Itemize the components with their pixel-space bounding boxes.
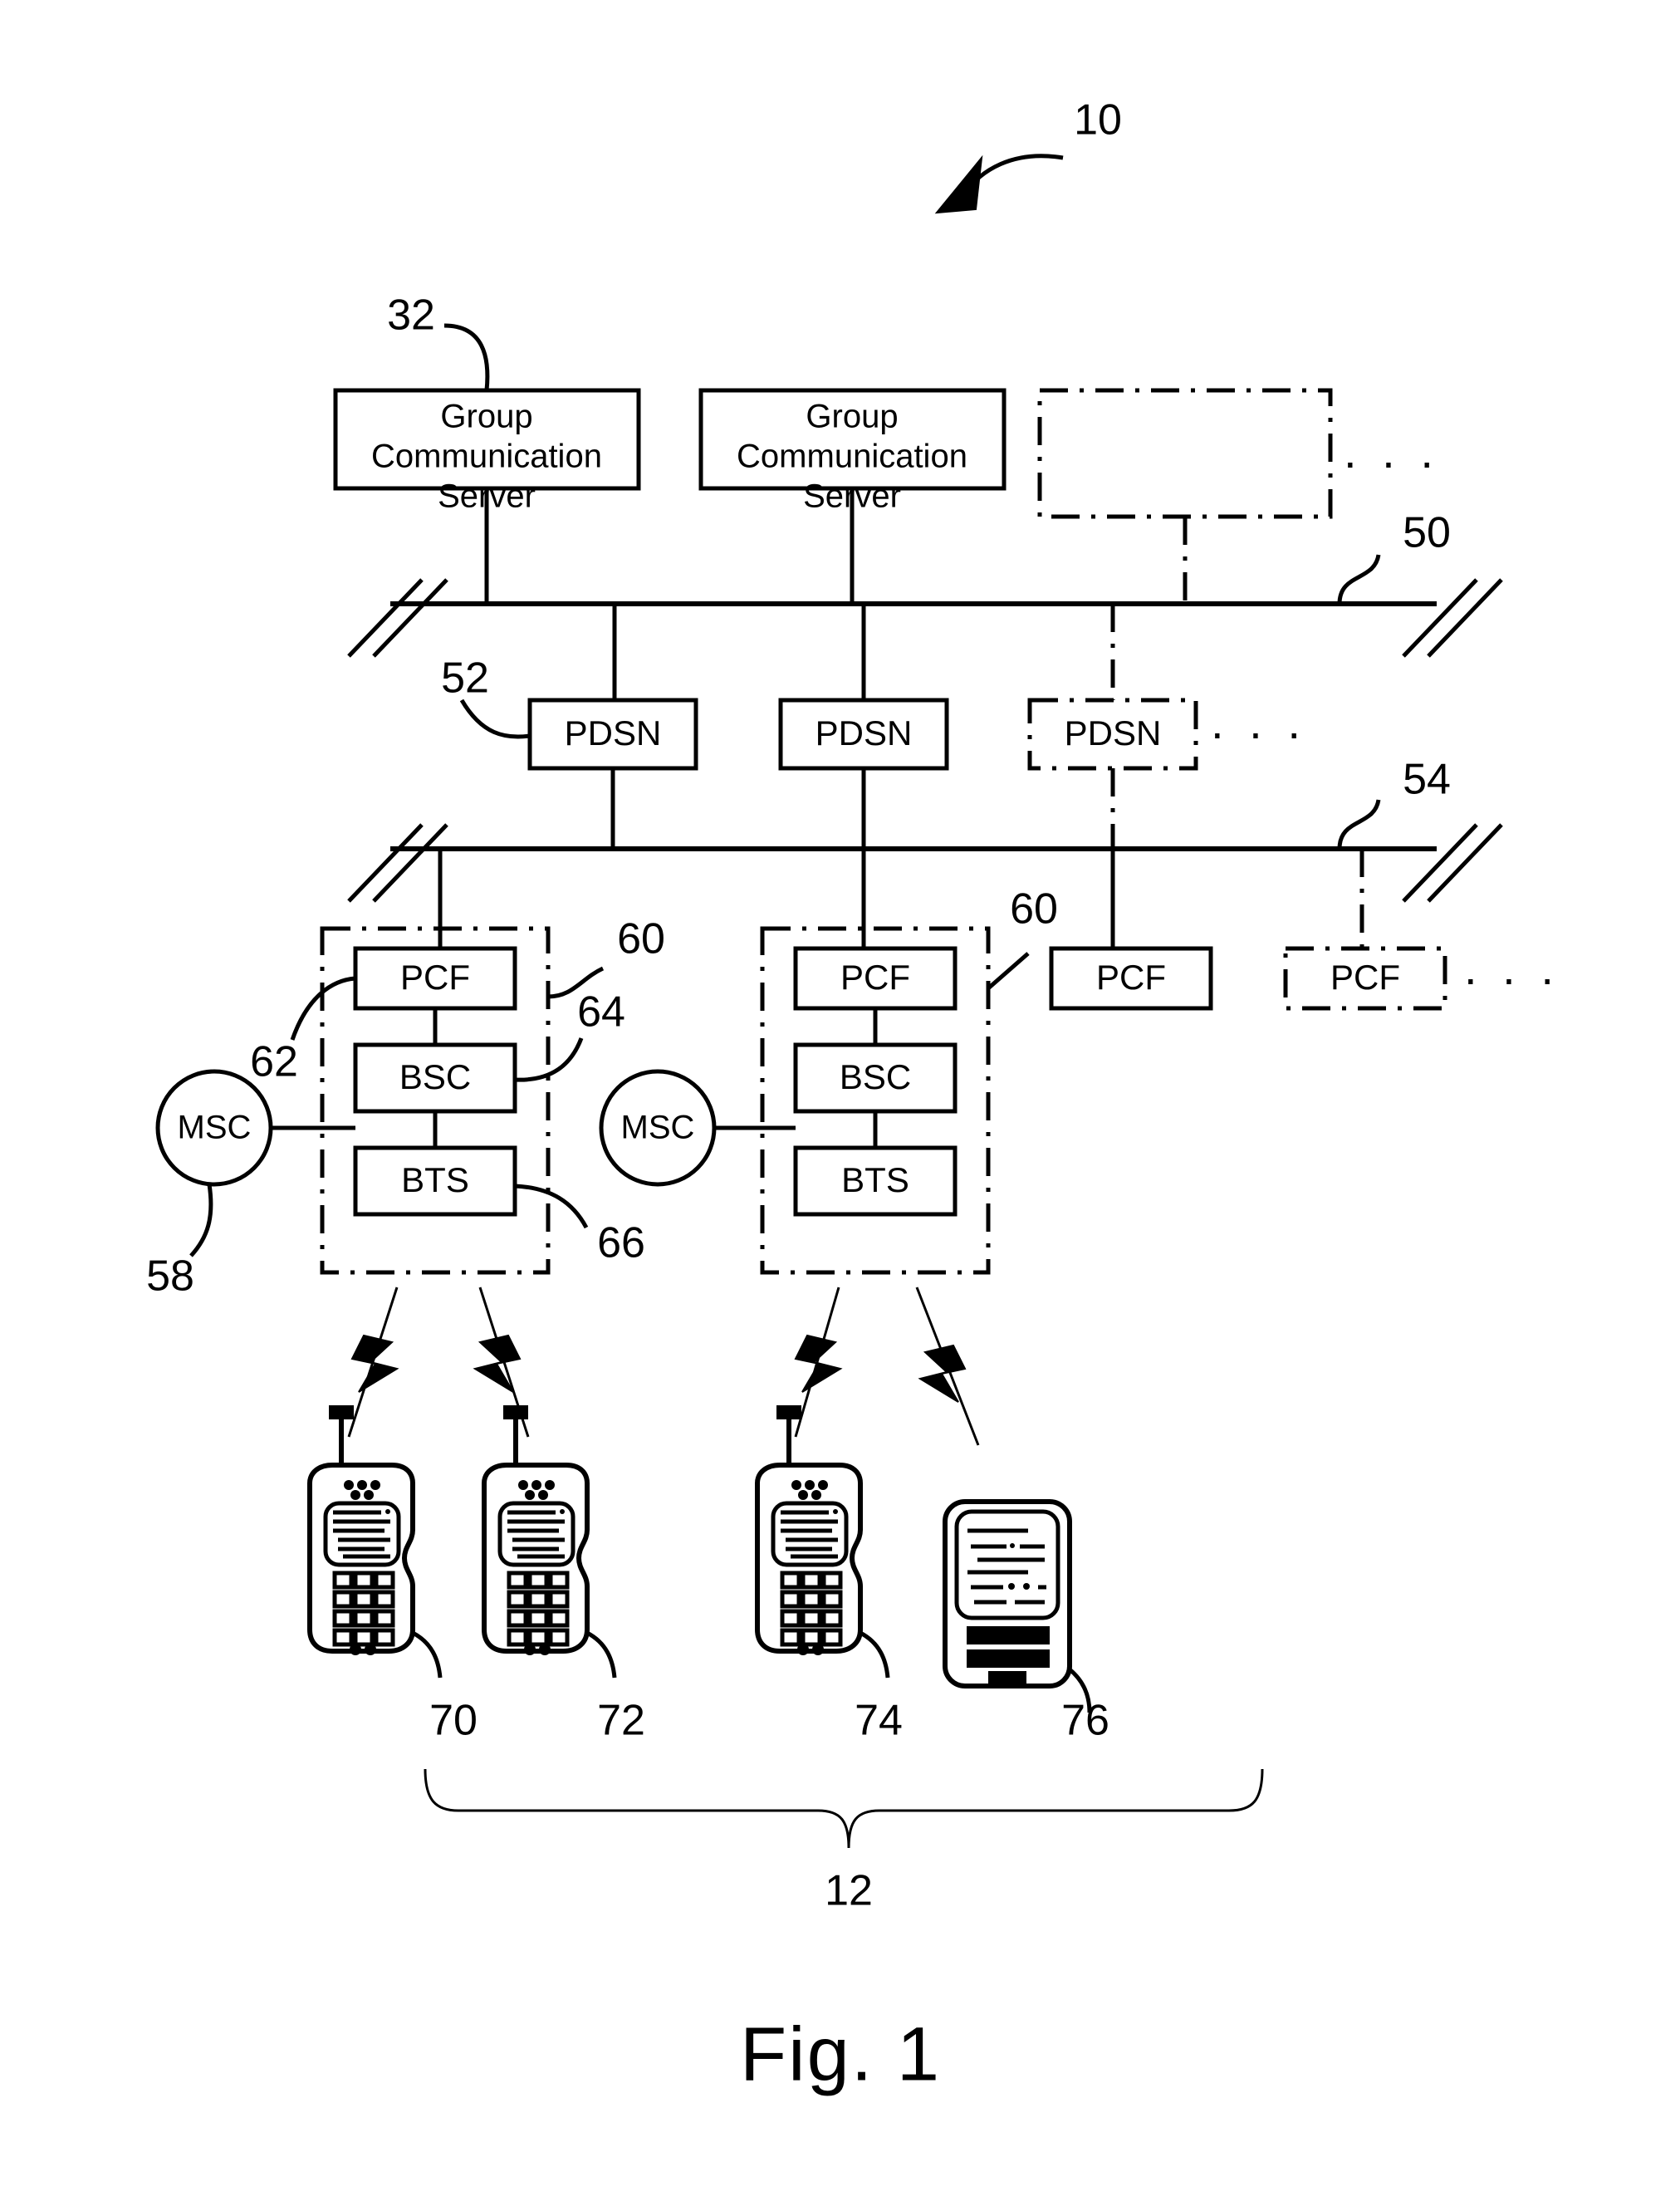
ref-12: 12 (825, 1867, 873, 1915)
access-network-cluster-1: PCF BSC BTS 60 62 64 66 (250, 915, 665, 1275)
bsc-2-label: BSC (840, 1057, 911, 1096)
pdsn-1[interactable]: PDSN (527, 698, 698, 771)
msc-1-label: MSC (178, 1110, 252, 1146)
group-communication-server-3-placeholder (1037, 388, 1333, 519)
ref-72: 72 (597, 1697, 645, 1745)
ref-52: 52 (441, 654, 489, 703)
device-70-leader (411, 1630, 443, 1679)
ref-60-b: 60 (1010, 885, 1058, 934)
cluster-2-bsc[interactable]: BSC (793, 1042, 958, 1114)
patent-figure-1: 10 Group Communication Server Group Comm… (0, 0, 1680, 2186)
bus54-to-pcf-drops (438, 849, 1364, 948)
rf-link-to-device-70 (347, 1287, 399, 1438)
ref-60-b-leader (987, 952, 1030, 990)
gcs-1-line2: Communication (371, 439, 602, 475)
rf-link-to-device-74 (794, 1287, 843, 1438)
gcs-3-box (1037, 388, 1333, 519)
device-70-mobile-phone[interactable]: 70 (307, 1405, 478, 1745)
ref-54: 54 (1403, 756, 1451, 804)
ref-60-cluster-1-annotation: 60 (547, 915, 665, 999)
pcf-2-label: PCF (840, 958, 910, 997)
msc-1[interactable]: MSC (155, 1069, 355, 1187)
ref-58: 58 (146, 1252, 194, 1301)
pcf-4-label: PCF (1330, 958, 1400, 997)
pcf-4-placeholder: PCF (1283, 946, 1447, 1011)
bts-2-label: BTS (841, 1160, 909, 1199)
lower-network-bus-54: 54 (347, 756, 1503, 903)
ref-62-annotation: 62 (250, 976, 356, 1086)
ref-60-a: 60 (617, 915, 665, 963)
group-communication-servers: Group Communication Server Group Communi… (333, 292, 1439, 519)
ref-10: 10 (1074, 96, 1122, 145)
gcs-ellipsis: · · · (1342, 435, 1439, 488)
pdsn-3-placeholder: PDSN (1027, 698, 1198, 771)
ref-70: 70 (429, 1697, 478, 1745)
ref-32-annotation: 32 (387, 292, 490, 391)
bus50-to-pdsn-drops (612, 604, 1115, 700)
ref-60-cluster-2-annotation: 60 (987, 885, 1058, 990)
pcf-1-label: PCF (400, 958, 470, 997)
pcf-ellipsis: · · · (1462, 952, 1560, 1004)
ref-52-annotation: 52 (441, 654, 531, 739)
cluster-1-pcf[interactable]: PCF (353, 946, 517, 1011)
pdsn-row: PDSN PDSN PDSN · · · 52 (441, 654, 1306, 771)
cluster-1-bts[interactable]: BTS (353, 1145, 517, 1217)
device-76-pda-device[interactable]: 76 (943, 1499, 1109, 1745)
msc-2[interactable]: MSC (599, 1069, 796, 1187)
device-72-antenna-tip (503, 1405, 528, 1419)
pdsn-2-label: PDSN (816, 713, 913, 752)
bsc-1-label: BSC (399, 1057, 471, 1096)
gcs-2-line1: Group (806, 399, 898, 435)
device-72-mobile-phone[interactable]: 72 (482, 1405, 645, 1745)
system-ref-10-annotation: 10 (934, 96, 1122, 214)
ref-58-annotation: 58 (146, 1184, 213, 1301)
pcf-3[interactable]: PCF (1049, 946, 1213, 1011)
cluster-2-bts[interactable]: BTS (793, 1145, 958, 1217)
gcs-1-line1: Group (440, 399, 532, 435)
access-network-cluster-2: PCF BSC BTS 60 (760, 885, 1058, 1275)
pcf-3-label: PCF (1096, 958, 1166, 997)
pdsn-to-bus54-drops (610, 768, 1115, 849)
ref-76: 76 (1061, 1697, 1109, 1745)
msc-2-label: MSC (621, 1110, 695, 1146)
figure-canvas: 10 Group Communication Server Group Comm… (146, 96, 1560, 2097)
ref-66: 66 (597, 1219, 645, 1267)
standalone-pcf-row: PCF PCF · · · (1049, 946, 1560, 1011)
pdsn-ellipsis: · · · (1209, 706, 1306, 758)
device-72-keypad[interactable] (507, 1571, 570, 1655)
cluster-1-bsc[interactable]: BSC (353, 1042, 517, 1114)
device-group-brace: 12 (424, 1768, 1264, 1915)
ref-32: 32 (387, 292, 435, 340)
ref-74: 74 (855, 1697, 903, 1745)
rf-link-to-device-76 (915, 1287, 980, 1446)
rf-air-interface-links (347, 1287, 980, 1446)
device-74-leader (859, 1630, 890, 1679)
device-70-antenna-tip (329, 1405, 354, 1419)
ref-66-annotation: 66 (514, 1184, 645, 1267)
figure-caption: Fig. 1 (740, 2012, 941, 2096)
device-74-mobile-phone[interactable]: 74 (755, 1405, 903, 1745)
device-74-antenna-tip (776, 1405, 801, 1419)
pdsn-3-label: PDSN (1065, 713, 1162, 752)
device-72-leader (585, 1630, 617, 1679)
ref-64: 64 (577, 988, 625, 1037)
pdsn-1-label: PDSN (565, 713, 662, 752)
pdsn-2[interactable]: PDSN (778, 698, 949, 771)
gcs-2-line2: Communication (737, 439, 967, 475)
brace-path (424, 1768, 1264, 1849)
cluster-2-pcf[interactable]: PCF (793, 946, 958, 1011)
bts-1-label: BTS (401, 1160, 469, 1199)
ref-50: 50 (1403, 509, 1451, 557)
ref-64-annotation: 64 (514, 988, 625, 1082)
upper-network-bus-50: 50 (347, 509, 1503, 658)
device-74-keypad[interactable] (780, 1571, 843, 1655)
ref-62: 62 (250, 1038, 298, 1086)
device-70-keypad[interactable] (332, 1571, 395, 1655)
